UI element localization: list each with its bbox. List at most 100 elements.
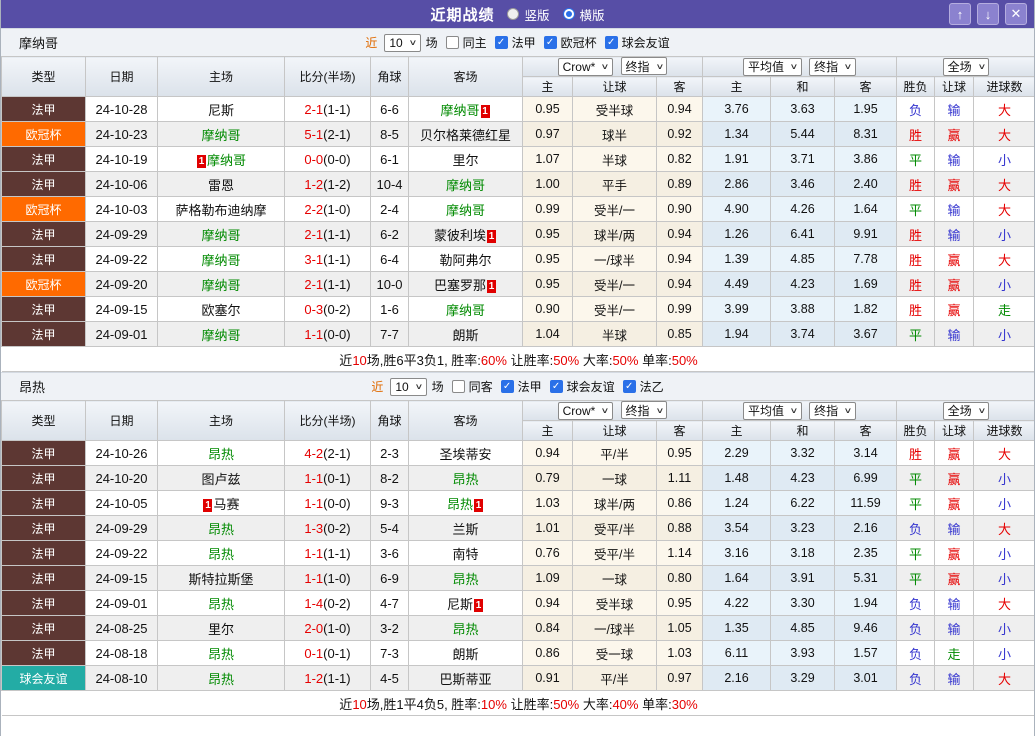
filter-checkbox[interactable]: ✓ [549, 380, 563, 393]
halftime-score: (0-2) [323, 520, 351, 536]
avg-draw: 3.63 [770, 96, 835, 122]
filter-checkbox[interactable]: ✓ [543, 36, 557, 49]
close-button[interactable]: ✕ [1005, 3, 1027, 25]
home-team-cell: 摩纳哥 [157, 321, 285, 347]
team-name-text: 圣埃蒂安 [439, 446, 492, 462]
avg-draw: 4.23 [770, 271, 835, 297]
team-name-text: 朗斯 [452, 327, 479, 343]
avg-home: 4.22 [702, 590, 771, 616]
filter-checkbox-label: 同主 [462, 36, 487, 50]
league-badge: 法甲 [1, 296, 86, 322]
filter-checkbox[interactable] [445, 36, 459, 49]
odds-handicap: 球半/两 [572, 221, 657, 247]
away-team-cell: 勒阿弗尔 [408, 246, 523, 272]
average-select[interactable]: 平均值 ∨ [742, 57, 802, 76]
team-name-text: 摩纳哥 [445, 202, 485, 218]
match-count-select[interactable]: 10 ∨ [384, 33, 421, 52]
home-team-cell: 摩纳哥 [157, 121, 285, 147]
score-cell: 2-2(1-0) [284, 196, 371, 222]
summary-segment: 50% [671, 352, 698, 368]
home-team-cell: 摩纳哥 [157, 246, 285, 272]
vertical-layout-radio[interactable] [507, 8, 520, 20]
match-date: 24-09-29 [85, 515, 158, 541]
odds-home: 1.03 [522, 490, 573, 516]
average-select[interactable]: 平均值 ∨ [742, 401, 802, 420]
red-card-badge: 1 [474, 498, 483, 512]
filter-checkbox[interactable] [451, 380, 465, 393]
corner-score: 1-6 [370, 296, 409, 322]
col-header-type: 类型 [1, 56, 86, 97]
team-name-text: 昂热 [452, 571, 479, 587]
col-header-score: 比分(半场) [284, 400, 371, 441]
odds-handicap: 半球 [572, 321, 657, 347]
match-row: 法甲 24-10-19 1 摩纳哥 0-0(0-0) 6-1 里尔 1.07 半球 0.82 1.9… [1, 146, 1034, 172]
fulltime-score: 1-3 [304, 520, 324, 536]
col-header-odds-home: 主 [522, 76, 573, 97]
col-header-result-goals: 进球数 [973, 76, 1034, 97]
move-down-button[interactable]: ↓ [977, 3, 999, 25]
filter-checkbox[interactable]: ✓ [500, 380, 514, 393]
fulltime-score: 1-1 [304, 545, 324, 561]
final-odds-select[interactable]: 终指 ∨ [809, 57, 857, 76]
halftime-score: (0-0) [323, 495, 351, 511]
bookmaker-select[interactable]: Crow* ∨ [557, 401, 614, 420]
col-header-avg-home: 主 [702, 76, 771, 97]
final-odds-select[interactable]: 终指 ∨ [620, 57, 668, 76]
move-up-button[interactable]: ↑ [949, 3, 971, 25]
match-row: 欧冠杯 24-09-20 摩纳哥 2-1(1-1) 10-0 巴塞罗那 1 0.95 受半/一 0… [1, 271, 1034, 297]
filter-checkbox[interactable]: ✓ [494, 36, 508, 49]
avg-draw: 3.74 [770, 321, 835, 347]
avg-draw: 3.29 [770, 665, 835, 691]
team-name-text: 贝尔格莱德红星 [419, 127, 511, 143]
red-card-badge: 1 [474, 598, 483, 612]
team-name-text: 摩纳哥 [201, 227, 241, 243]
filter-checkbox[interactable]: ✓ [622, 380, 636, 393]
final-odds-select[interactable]: 终指 ∨ [809, 401, 857, 420]
chevron-down-icon: ∨ [843, 406, 853, 415]
halftime-score: (1-2) [323, 176, 351, 192]
fulltime-select[interactable]: 全场 ∨ [942, 57, 990, 76]
team-name-text: 摩纳哥 [445, 177, 485, 193]
avg-home: 3.54 [702, 515, 771, 541]
horizontal-layout-radio[interactable] [562, 8, 575, 20]
result-winloss: 胜 [896, 171, 936, 197]
col-header-avg-away: 客 [833, 420, 898, 441]
result-handicap: 赢 [934, 271, 975, 297]
away-team-cell: 兰斯 [408, 515, 523, 541]
team-name-text: 摩纳哥 [206, 152, 246, 168]
bookmaker-select[interactable]: Crow* ∨ [557, 57, 614, 76]
results-table: 类型 日期 主场 比分(半场) 角球 客场 Crow* ∨ 终指 ∨ 平均值 ∨ 终指… [1, 400, 1034, 716]
odds-handicap: 受半/一 [572, 271, 657, 297]
result-winloss: 胜 [896, 246, 936, 272]
match-date: 24-09-01 [85, 590, 158, 616]
score-cell: 2-1(1-1) [284, 221, 371, 247]
chevron-down-icon: ∨ [843, 62, 853, 71]
odds-away: 0.88 [656, 515, 703, 541]
filter-checkbox[interactable]: ✓ [604, 36, 618, 49]
final-odds-select[interactable]: 终指 ∨ [620, 401, 668, 420]
team-name-text: 昂热 [452, 471, 479, 487]
fulltime-select[interactable]: 全场 ∨ [942, 401, 990, 420]
odds-home: 0.97 [522, 121, 573, 147]
match-row: 欧冠杯 24-10-23 摩纳哥 5-1(2-1) 8-5 贝尔格莱德红星 0.97 球半 0.… [1, 121, 1034, 147]
avg-home: 6.11 [702, 640, 771, 666]
home-team-cell: 1 摩纳哥 [157, 146, 285, 172]
match-row: 法甲 24-09-15 欧塞尔 0-3(0-2) 1-6 摩纳哥 0.90 受半/一 0.99 3… [1, 296, 1034, 322]
fulltime-select-group: 全场 ∨ [896, 56, 1034, 77]
odds-away: 0.90 [656, 196, 703, 222]
chevron-down-icon: ∨ [789, 62, 799, 71]
odds-home: 0.95 [522, 96, 573, 122]
home-team-cell: 尼斯 [157, 96, 285, 122]
result-winloss: 胜 [896, 221, 936, 247]
bookmaker-select-group: Crow* ∨ 终指 ∨ [522, 400, 703, 421]
match-count-select[interactable]: 10 ∨ [390, 377, 427, 396]
halftime-score: (0-2) [323, 595, 351, 611]
match-row: 法甲 24-09-22 昂热 1-1(1-1) 3-6 南特 0.76 受平/半 1.14 3.1… [1, 540, 1034, 566]
chevron-down-icon: ∨ [414, 382, 424, 391]
odds-away: 0.85 [656, 321, 703, 347]
result-goals: 大 [973, 196, 1034, 222]
result-handicap: 输 [934, 665, 975, 691]
home-team-cell: 昂热 [157, 515, 285, 541]
avg-home: 3.16 [702, 540, 771, 566]
league-badge: 法甲 [1, 515, 86, 541]
